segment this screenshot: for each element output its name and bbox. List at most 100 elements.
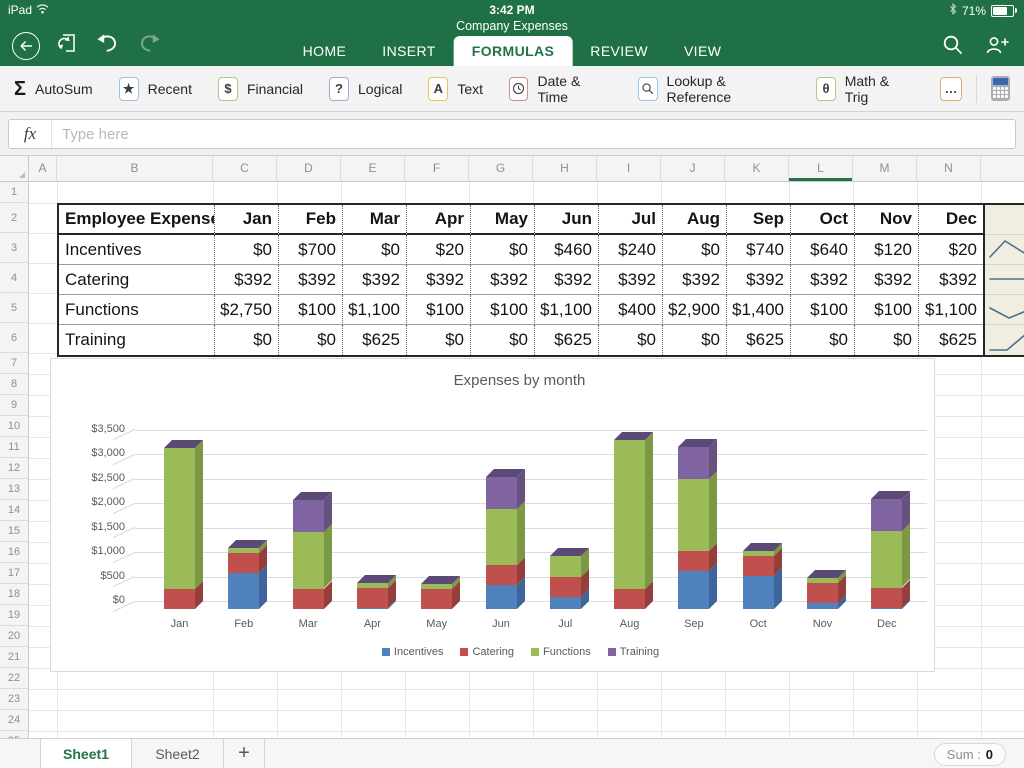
tab-review[interactable]: REVIEW (572, 36, 666, 66)
table-cell[interactable]: $0 (791, 325, 855, 355)
table-cell[interactable]: $700 (279, 235, 343, 265)
sparkline-cell-incentives[interactable] (985, 235, 1024, 265)
ribbon-button-text[interactable]: AText (428, 77, 483, 101)
table-cell[interactable]: $400 (599, 295, 663, 325)
calculator-icon[interactable] (991, 76, 1010, 101)
row-header-16[interactable]: 16 (0, 542, 28, 563)
column-header-n[interactable]: N (917, 156, 981, 181)
table-cell[interactable]: Functions (59, 295, 215, 325)
table-cell[interactable]: Aug (663, 205, 727, 235)
table-cell[interactable]: Sep (727, 205, 791, 235)
search-icon[interactable] (942, 34, 964, 61)
table-cell[interactable]: $0 (663, 235, 727, 265)
row-header-12[interactable]: 12 (0, 458, 28, 479)
table-cell[interactable]: $100 (855, 295, 919, 325)
table-cell[interactable]: $0 (343, 235, 407, 265)
column-header-d[interactable]: D (277, 156, 341, 181)
table-cell[interactable]: Feb (279, 205, 343, 235)
table-cell[interactable]: $100 (471, 295, 535, 325)
row-header-5[interactable]: 5 (0, 293, 28, 323)
column-header-j[interactable]: J (661, 156, 725, 181)
table-cell[interactable]: Dec (919, 205, 983, 235)
table-cell[interactable]: $392 (407, 265, 471, 295)
column-header-c[interactable]: C (213, 156, 277, 181)
sparkline-cell-training[interactable] (985, 325, 1024, 355)
table-cell[interactable]: $625 (535, 325, 599, 355)
table-cell[interactable]: Mar (343, 205, 407, 235)
row-header-11[interactable]: 11 (0, 437, 28, 458)
row-header-3[interactable]: 3 (0, 233, 28, 263)
table-cell[interactable]: $1,100 (919, 295, 983, 325)
table-cell[interactable]: $740 (727, 235, 791, 265)
row-header-2[interactable]: 2 (0, 203, 28, 233)
column-header-b[interactable]: B (57, 156, 213, 181)
table-cell[interactable]: Jan (215, 205, 279, 235)
row-header-7[interactable]: 7 (0, 353, 28, 374)
table-cell[interactable]: $100 (279, 295, 343, 325)
tab-formulas[interactable]: FORMULAS (454, 36, 573, 66)
row-header-4[interactable]: 4 (0, 263, 28, 293)
table-cell[interactable]: $392 (855, 265, 919, 295)
ribbon-button-recent[interactable]: ★Recent (119, 77, 192, 101)
table-cell[interactable]: Training (59, 325, 215, 355)
ribbon-button-lookup-reference[interactable]: Lookup & Reference (638, 73, 790, 105)
row-header-9[interactable]: 9 (0, 395, 28, 416)
table-cell[interactable]: Jul (599, 205, 663, 235)
table-cell[interactable]: $0 (855, 325, 919, 355)
back-button[interactable] (12, 32, 40, 60)
table-cell[interactable]: $392 (471, 265, 535, 295)
table-cell[interactable]: $0 (471, 235, 535, 265)
table-cell[interactable]: Jun (535, 205, 599, 235)
ribbon-button-logical[interactable]: ?Logical (329, 77, 402, 101)
row-header-14[interactable]: 14 (0, 500, 28, 521)
share-people-icon[interactable] (984, 34, 1010, 61)
column-header-l[interactable]: L (789, 156, 853, 181)
ribbon-button-autosum[interactable]: ΣAutoSum (14, 79, 93, 99)
table-cell[interactable]: $625 (919, 325, 983, 355)
column-header-m[interactable]: M (853, 156, 917, 181)
sparkline-header-cell[interactable] (985, 205, 1024, 235)
ribbon-button-date-time[interactable]: Date & Time (509, 73, 612, 105)
table-cell[interactable]: $100 (407, 295, 471, 325)
table-cell[interactable]: $100 (791, 295, 855, 325)
row-header-21[interactable]: 21 (0, 647, 28, 668)
table-cell[interactable]: $1,400 (727, 295, 791, 325)
table-cell[interactable]: $392 (343, 265, 407, 295)
select-all-corner[interactable] (0, 156, 29, 182)
table-cell[interactable]: $2,900 (663, 295, 727, 325)
sparkline-cell-functions[interactable] (985, 295, 1024, 325)
row-header-6[interactable]: 6 (0, 323, 28, 353)
column-header-g[interactable]: G (469, 156, 533, 181)
row-header-13[interactable]: 13 (0, 479, 28, 500)
formula-input[interactable] (52, 126, 1015, 143)
tab-home[interactable]: HOME (285, 36, 365, 66)
tab-view[interactable]: VIEW (666, 36, 739, 66)
table-cell[interactable]: Catering (59, 265, 215, 295)
undo-button[interactable] (95, 33, 120, 59)
table-cell[interactable]: $0 (471, 325, 535, 355)
table-cell[interactable]: $392 (919, 265, 983, 295)
table-cell[interactable]: $0 (407, 325, 471, 355)
sum-indicator[interactable]: Sum : 0 (934, 743, 1006, 766)
table-cell[interactable]: $392 (279, 265, 343, 295)
table-cell[interactable]: May (471, 205, 535, 235)
row-header-10[interactable]: 10 (0, 416, 28, 437)
column-header-e[interactable]: E (341, 156, 405, 181)
table-cell[interactable]: $392 (727, 265, 791, 295)
redo-button[interactable] (137, 33, 162, 59)
table-cell[interactable]: Incentives (59, 235, 215, 265)
table-cell[interactable]: $240 (599, 235, 663, 265)
table-cell[interactable]: $1,100 (535, 295, 599, 325)
column-header-a[interactable]: A (29, 156, 57, 181)
row-header-1[interactable]: 1 (0, 182, 28, 203)
table-cell[interactable]: $20 (919, 235, 983, 265)
table-cell[interactable]: Employee Expenses (59, 205, 215, 235)
table-cell[interactable]: $20 (407, 235, 471, 265)
table-cell[interactable]: $392 (599, 265, 663, 295)
ribbon-button-financial[interactable]: $Financial (218, 77, 303, 101)
table-cell[interactable]: $2,750 (215, 295, 279, 325)
row-header-8[interactable]: 8 (0, 374, 28, 395)
row-header-25[interactable]: 25 (0, 731, 28, 738)
table-cell[interactable]: $1,100 (343, 295, 407, 325)
column-header-k[interactable]: K (725, 156, 789, 181)
